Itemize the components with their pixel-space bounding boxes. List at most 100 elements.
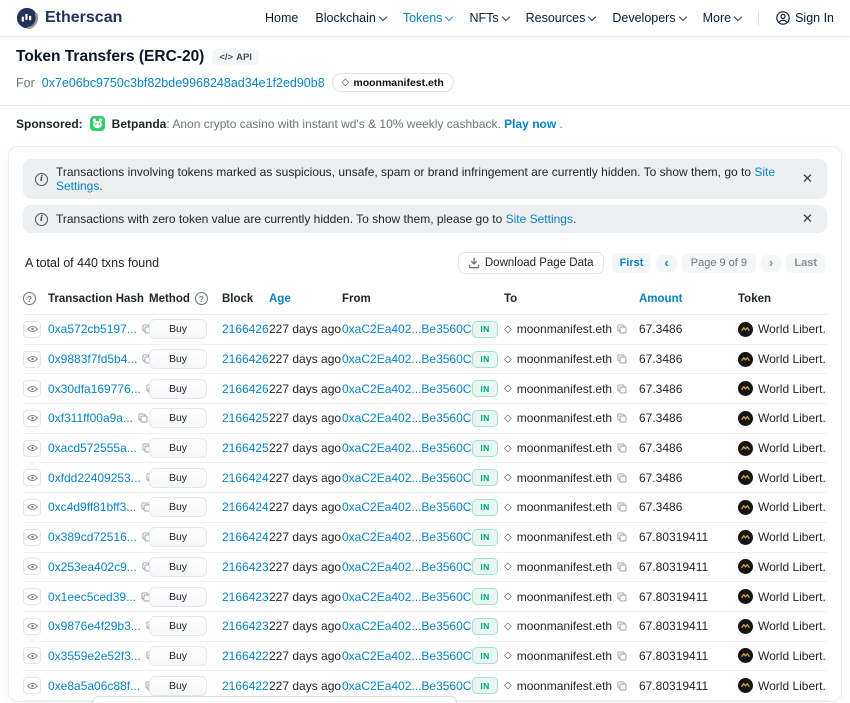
nav-more[interactable]: More (703, 11, 741, 25)
info-circle-icon[interactable]: ? (195, 292, 208, 305)
tx-hash-link[interactable]: 0x1eec5ced39... (48, 590, 136, 604)
site-settings-link[interactable]: Site Settings (506, 212, 573, 226)
method-button[interactable]: Buy (149, 587, 207, 607)
token-name-link[interactable]: World Libert... (758, 590, 827, 604)
copy-icon[interactable] (617, 562, 627, 572)
eye-button[interactable] (23, 410, 41, 427)
to-address[interactable]: moonmanifest.eth (517, 619, 612, 633)
etherscan-logo[interactable]: Etherscan (16, 7, 122, 29)
block-link[interactable]: 21664231 (222, 619, 269, 633)
tx-hash-link[interactable]: 0xc4d9ff81bff3... (48, 500, 136, 514)
from-address-link[interactable]: 0xaC2Ea402...Be3560C22 (342, 352, 472, 366)
to-address[interactable]: moonmanifest.eth (517, 530, 612, 544)
nav-tokens[interactable]: Tokens (403, 11, 453, 25)
copy-icon[interactable] (617, 384, 627, 394)
copy-icon[interactable] (142, 443, 149, 453)
token-name-link[interactable]: World Libert... (758, 382, 827, 396)
tx-hash-link[interactable]: 0xf311ff00a9a... (48, 411, 133, 425)
eye-button[interactable] (23, 647, 41, 664)
copy-icon[interactable] (617, 502, 627, 512)
block-link[interactable]: 21664229 (222, 649, 269, 663)
eye-button[interactable] (23, 677, 41, 694)
copy-icon[interactable] (142, 324, 149, 334)
block-link[interactable]: 21664241 (222, 530, 269, 544)
block-link[interactable]: 21664260 (222, 382, 269, 396)
tx-hash-link[interactable]: 0x9883f7fd5b4... (48, 352, 137, 366)
to-address[interactable]: moonmanifest.eth (517, 679, 612, 693)
method-button[interactable]: Buy (149, 646, 207, 666)
block-link[interactable]: 21664268 (222, 322, 269, 336)
eye-button[interactable] (23, 469, 41, 486)
download-page-data-button[interactable]: Download Page Data (458, 252, 604, 274)
copy-icon[interactable] (617, 473, 627, 483)
copy-icon[interactable] (142, 532, 149, 542)
from-address-link[interactable]: 0xaC2Ea402...Be3560C22 (342, 322, 472, 336)
method-button[interactable]: Buy (149, 468, 207, 488)
api-badge[interactable]: </> API (212, 49, 259, 65)
copy-icon[interactable] (141, 502, 149, 512)
token-name-link[interactable]: World Libert... (758, 530, 827, 544)
eye-button[interactable] (23, 558, 41, 575)
copy-icon[interactable] (617, 532, 627, 542)
from-address-link[interactable]: 0xaC2Ea402...Be3560C22 (342, 500, 472, 514)
nav-nfts[interactable]: NFTs (469, 11, 508, 25)
copy-icon[interactable] (142, 562, 149, 572)
from-address-link[interactable]: 0xaC2Ea402...Be3560C22 (342, 530, 472, 544)
col-amount[interactable]: Amount (639, 285, 738, 315)
method-button[interactable]: Buy (149, 379, 207, 399)
block-link[interactable]: 21664253 (222, 441, 269, 455)
close-icon[interactable]: ✕ (800, 211, 815, 227)
tx-hash-link[interactable]: 0x253ea402c9... (48, 560, 137, 574)
method-button[interactable]: Buy (149, 349, 207, 369)
method-button[interactable]: Buy (149, 497, 207, 517)
to-address[interactable]: moonmanifest.eth (517, 382, 612, 396)
block-link[interactable]: 21664256 (222, 411, 269, 425)
question-circle-icon[interactable]: ? (23, 292, 36, 305)
eye-button[interactable] (23, 618, 41, 635)
tx-hash-link[interactable]: 0x389cd72516... (48, 530, 137, 544)
eye-button[interactable] (23, 440, 41, 457)
from-address-link[interactable]: 0xaC2Ea402...Be3560C22 (342, 560, 472, 574)
from-address-link[interactable]: 0xaC2Ea402...Be3560C22 (342, 441, 472, 455)
col-age[interactable]: Age (269, 285, 342, 315)
tx-hash-link[interactable]: 0xfdd22409253... (48, 471, 141, 485)
pagination-next-button[interactable]: › (761, 255, 781, 272)
to-address[interactable]: moonmanifest.eth (517, 560, 612, 574)
token-name-link[interactable]: World Libert... (758, 560, 827, 574)
sponsor-cta-link[interactable]: Play now (504, 117, 556, 131)
to-address[interactable]: moonmanifest.eth (517, 352, 612, 366)
from-address-link[interactable]: 0xaC2Ea402...Be3560C22 (342, 411, 472, 425)
to-address[interactable]: moonmanifest.eth (517, 590, 612, 604)
copy-icon[interactable] (138, 413, 148, 423)
close-icon[interactable]: ✕ (800, 171, 815, 187)
copy-icon[interactable] (617, 592, 627, 602)
nav-home[interactable]: Home (265, 11, 298, 25)
block-link[interactable]: 21664245 (222, 500, 269, 514)
method-button[interactable]: Buy (149, 527, 207, 547)
token-name-link[interactable]: World Libert... (758, 649, 827, 663)
copy-icon[interactable] (617, 443, 627, 453)
copy-icon[interactable] (142, 354, 149, 364)
block-link[interactable]: 21664249 (222, 471, 269, 485)
token-name-link[interactable]: World Libert... (758, 411, 827, 425)
copy-icon[interactable] (617, 681, 627, 691)
to-address[interactable]: moonmanifest.eth (517, 500, 612, 514)
tx-hash-link[interactable]: 0x3559e2e52f3... (48, 649, 141, 663)
to-address[interactable]: moonmanifest.eth (517, 471, 612, 485)
eye-button[interactable] (23, 321, 41, 338)
method-button[interactable]: Buy (149, 676, 207, 696)
to-address[interactable]: moonmanifest.eth (517, 441, 612, 455)
to-address[interactable]: moonmanifest.eth (517, 411, 612, 425)
eye-button[interactable] (23, 588, 41, 605)
token-name-link[interactable]: World Libert... (758, 441, 827, 455)
tx-hash-link[interactable]: 0xacd572555a... (48, 441, 137, 455)
token-name-link[interactable]: World Libert... (758, 500, 827, 514)
sign-in-button[interactable]: Sign In (776, 11, 834, 25)
tx-hash-link[interactable]: 0xa572cb5197... (48, 322, 137, 336)
block-link[interactable]: 21664238 (222, 560, 269, 574)
tx-hash-link[interactable]: 0xe8a5a06c88f... (48, 679, 140, 693)
copy-icon[interactable] (617, 324, 627, 334)
tx-hash-link[interactable]: 0x9876e4f29b3... (48, 619, 141, 633)
sponsor-brand[interactable]: Betpanda (112, 117, 167, 131)
token-name-link[interactable]: World Libert... (758, 352, 827, 366)
